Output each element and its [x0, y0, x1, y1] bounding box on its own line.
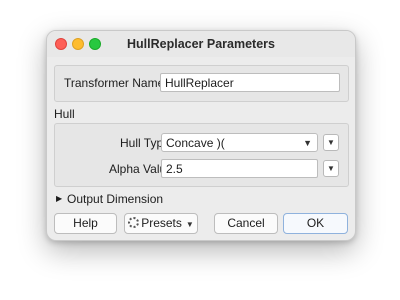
hull-type-select[interactable]: Concave )( ▼: [161, 133, 318, 152]
hull-type-value: Concave )(: [166, 136, 225, 150]
window-title: HullReplacer Parameters: [127, 37, 275, 51]
help-button-label: Help: [73, 216, 98, 230]
chevron-down-icon: ▼: [303, 138, 312, 148]
chevron-down-icon: ▼: [327, 164, 335, 173]
transformer-name-label: Transformer Name:: [64, 76, 168, 90]
cancel-button[interactable]: Cancel: [214, 213, 278, 234]
hull-group: Hull Type: Concave )( ▼ ▼ Alpha Value: 2…: [54, 123, 349, 187]
ok-button-label: OK: [306, 216, 325, 230]
cancel-button-label: Cancel: [227, 216, 265, 230]
title-bar[interactable]: HullReplacer Parameters: [47, 31, 355, 57]
chevron-down-icon: ▼: [185, 220, 194, 229]
presets-button-label: Presets: [141, 216, 182, 230]
help-button[interactable]: Help: [54, 213, 117, 234]
alpha-value-input[interactable]: 2.5: [161, 159, 318, 178]
ok-button[interactable]: OK: [283, 213, 348, 234]
hull-type-menu-button[interactable]: ▼: [323, 134, 339, 151]
chevron-down-icon: ▼: [327, 138, 335, 147]
gear-icon: [128, 217, 140, 228]
hull-section-title: Hull: [54, 107, 75, 121]
output-dimension-label: Output Dimension: [67, 192, 164, 206]
transformer-name-input[interactable]: HullReplacer: [160, 73, 340, 92]
dialog-window: HullReplacer Parameters Transformer Name…: [46, 30, 356, 241]
alpha-value-menu-button[interactable]: ▼: [323, 160, 339, 177]
presets-button[interactable]: Presets ▼: [124, 213, 198, 234]
triangle-right-icon: ▶: [56, 194, 63, 203]
transformer-group: Transformer Name: HullReplacer: [54, 65, 349, 102]
output-dimension-toggle[interactable]: ▶ Output Dimension: [56, 192, 196, 206]
